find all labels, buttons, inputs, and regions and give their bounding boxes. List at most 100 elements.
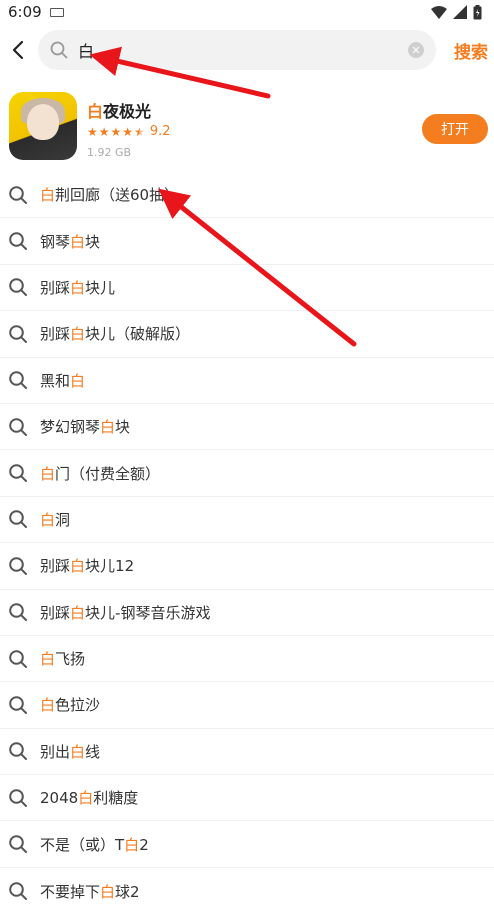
suggestion-highlight: 白 — [78, 789, 94, 808]
suggestion-pre: 钢琴 — [40, 232, 71, 251]
chevron-left-icon — [12, 40, 24, 60]
search-icon — [9, 603, 27, 622]
app-rating-score: 9.2 — [149, 124, 171, 139]
search-icon — [9, 185, 27, 204]
status-bar: 6:09 — [0, 0, 494, 24]
suggestion-highlight: 白 — [70, 232, 86, 251]
suggestion-pre: 别踩 — [40, 603, 71, 622]
suggestion-post: 利糖度 — [93, 789, 139, 808]
app-rating: ★ ★ ★ ★ ★ 9.2 — [87, 124, 171, 139]
suggestion-post: 球2 — [115, 882, 140, 901]
app-icon[interactable] — [9, 92, 77, 160]
suggestion-text: 别踩白块儿12 — [40, 555, 134, 576]
search-button[interactable]: 搜索 — [454, 38, 488, 63]
suggestion-post: 色拉沙 — [55, 696, 101, 715]
suggestion-pre: 别踩 — [40, 278, 71, 297]
suggestion-pre: 别踩 — [40, 557, 71, 576]
suggestion-item[interactable]: 2048白利糖度 — [0, 775, 494, 822]
star-icon: ★ — [110, 124, 122, 139]
search-icon — [9, 882, 27, 901]
suggestion-pre: 2048 — [40, 789, 79, 808]
search-icon — [9, 696, 27, 714]
suggestion-highlight: 白 — [100, 882, 116, 901]
search-icon — [9, 557, 27, 575]
suggestion-item[interactable]: 别踩白块儿 — [0, 265, 494, 312]
search-icon — [9, 464, 27, 483]
clear-icon[interactable]: ✕ — [408, 42, 424, 58]
suggestion-item[interactable]: 白荆回廊（送60抽） — [0, 172, 494, 219]
search-icon — [9, 417, 27, 436]
keyboard-icon — [49, 7, 64, 17]
suggestion-text: 别出白线 — [40, 741, 100, 762]
suggestion-item[interactable]: 不要掉下白球2 — [0, 868, 494, 906]
suggestion-text: 别踩白块儿 — [40, 277, 115, 298]
search-icon — [9, 325, 27, 343]
suggestion-item[interactable]: 钢琴白块 — [0, 218, 494, 265]
suggestion-item[interactable]: 别踩白块儿12 — [0, 543, 494, 590]
suggestion-post: 块儿-钢琴音乐游戏 — [85, 603, 211, 622]
suggestion-pre: 别踩 — [40, 325, 71, 344]
suggestion-highlight: 白 — [70, 603, 86, 622]
suggestion-item[interactable]: 梦幻钢琴白块 — [0, 404, 494, 451]
suggestion-text: 白门（付费全额） — [40, 463, 160, 484]
suggestion-highlight: 白 — [40, 650, 56, 669]
suggestion-item[interactable]: 不是（或）T白2 — [0, 821, 494, 868]
app-name: 白夜极光 — [87, 98, 151, 122]
suggestion-highlight: 白 — [40, 464, 56, 483]
suggestion-item[interactable]: 白门（付费全额） — [0, 450, 494, 497]
suggestion-post: 荆回廊（送60抽） — [55, 186, 180, 205]
search-bar-row: 白 ✕ 搜索 — [0, 30, 494, 70]
suggestion-text: 白荆回廊（送60抽） — [40, 184, 179, 205]
suggestion-post: 块儿（破解版） — [85, 325, 191, 344]
app-icon-face — [27, 104, 59, 140]
suggestion-text: 钢琴白块 — [40, 231, 100, 252]
suggestion-highlight: 白 — [40, 510, 56, 529]
suggestion-highlight: 白 — [70, 278, 86, 297]
suggestion-highlight: 白 — [70, 742, 86, 761]
search-icon — [9, 742, 27, 761]
suggestion-highlight: 白 — [70, 325, 86, 344]
suggestion-pre: 不要掉下 — [40, 882, 101, 901]
suggestion-item[interactable]: 黑和白 — [0, 358, 494, 404]
search-query-text[interactable]: 白 — [78, 38, 408, 62]
suggestion-item[interactable]: 别踩白块儿（破解版） — [0, 311, 494, 358]
search-icon — [9, 835, 27, 854]
search-icon — [9, 371, 27, 390]
suggestion-pre: 梦幻钢琴 — [40, 418, 101, 437]
app-name-rest: 夜极光 — [103, 102, 152, 121]
suggestion-pre: 黑和 — [40, 371, 71, 390]
status-right — [431, 4, 482, 20]
suggestion-text: 白洞 — [40, 509, 70, 530]
star-icon: ★ — [87, 124, 98, 139]
suggestion-highlight: 白 — [124, 835, 140, 854]
signal-icon — [453, 5, 467, 19]
search-icon — [9, 510, 27, 529]
half-star-icon: ★ — [134, 124, 145, 139]
suggestion-pre: 不是（或）T — [40, 835, 125, 854]
suggestion-item[interactable]: 白色拉沙 — [0, 682, 494, 729]
suggestion-post: 飞扬 — [55, 650, 86, 669]
search-icon — [9, 649, 27, 668]
suggestion-item[interactable]: 别踩白块儿-钢琴音乐游戏 — [0, 590, 494, 636]
suggestion-item[interactable]: 别出白线 — [0, 729, 494, 776]
suggestion-item[interactable]: 白飞扬 — [0, 636, 494, 683]
star-icon: ★ — [98, 124, 110, 139]
suggestion-text: 白色拉沙 — [40, 694, 100, 715]
suggestion-text: 2048白利糖度 — [40, 787, 138, 808]
suggestion-item[interactable]: 白洞 — [0, 497, 494, 544]
search-icon — [9, 788, 27, 807]
back-button[interactable] — [0, 30, 36, 70]
app-name-highlight: 白 — [87, 102, 104, 121]
suggestion-highlight: 白 — [40, 186, 56, 205]
suggestion-text: 黑和白 — [40, 370, 85, 391]
suggestion-highlight: 白 — [70, 557, 86, 576]
search-icon — [50, 41, 68, 59]
wifi-icon — [431, 5, 447, 19]
suggestion-post: 门（付费全额） — [55, 464, 161, 483]
app-result-card[interactable]: 白夜极光 ★ ★ ★ ★ ★ 9.2 1.92 GB 打开 — [0, 92, 494, 166]
suggestion-highlight: 白 — [70, 371, 86, 390]
open-button[interactable]: 打开 — [422, 114, 488, 144]
suggestion-post: 块儿 — [85, 278, 116, 297]
suggestion-list: 白荆回廊（送60抽） 钢琴白块 别踩白块儿 别踩白块儿（破解版） 黑和白 梦幻钢… — [0, 172, 494, 906]
search-input[interactable]: 白 ✕ — [38, 30, 436, 70]
